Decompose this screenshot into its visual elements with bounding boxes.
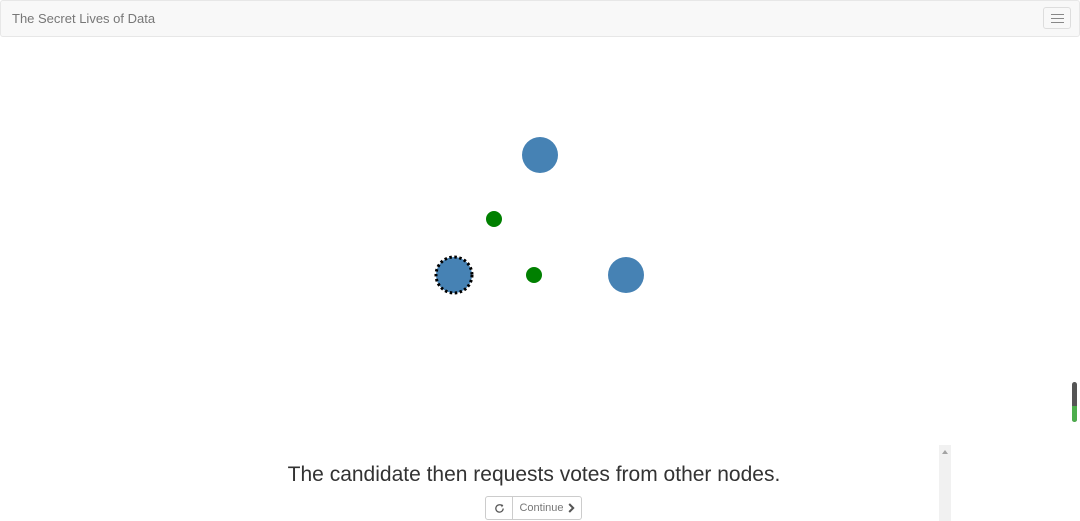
reload-button[interactable]: [485, 496, 513, 520]
scroll-up-arrow-icon[interactable]: [942, 450, 948, 454]
node-top: [522, 137, 558, 173]
vote-request-message-right: [526, 267, 542, 283]
continue-label: Continue: [519, 502, 564, 514]
node-left-candidate: [434, 255, 474, 295]
navbar: The Secret Lives of Data: [0, 0, 1080, 37]
side-progress-fill: [1072, 406, 1077, 422]
chevron-right-icon: [568, 503, 575, 513]
side-progress-scroller[interactable]: [1072, 382, 1077, 422]
playback-controls: Continue: [485, 496, 582, 520]
brand-title[interactable]: The Secret Lives of Data: [12, 11, 155, 26]
continue-button[interactable]: Continue: [512, 496, 582, 520]
menu-toggle-button[interactable]: [1043, 7, 1071, 29]
vote-request-message-top: [486, 211, 502, 227]
node-right: [608, 257, 644, 293]
raft-diagram: [434, 137, 644, 295]
reload-icon: [494, 503, 504, 513]
step-caption: The candidate then requests votes from o…: [287, 463, 781, 486]
